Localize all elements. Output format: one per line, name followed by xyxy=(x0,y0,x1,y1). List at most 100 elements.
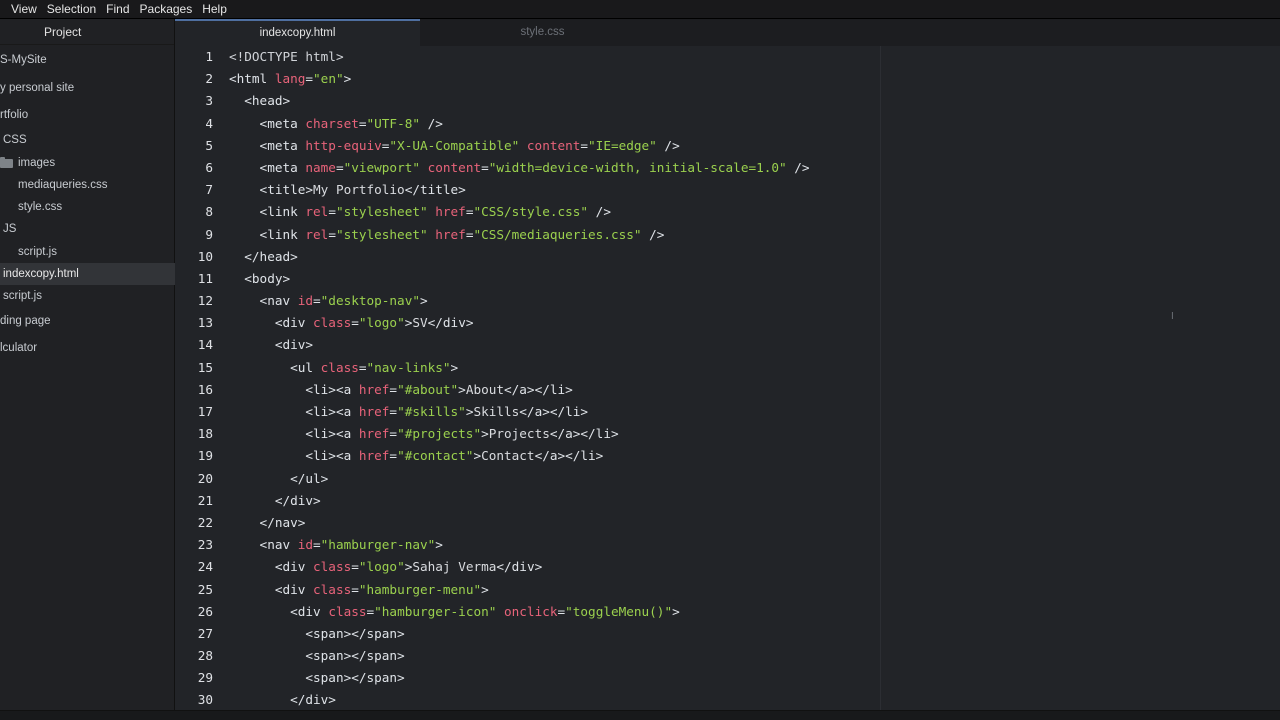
code-line[interactable]: <li><a href="#skills">Skills</a></li> xyxy=(229,401,1280,423)
line-number: 8 xyxy=(205,204,213,220)
menu-find[interactable]: Find xyxy=(101,0,134,19)
code-token: = xyxy=(481,159,489,175)
code-line[interactable]: <ul class="nav-links"> xyxy=(229,357,1280,379)
code-line[interactable]: <!DOCTYPE html> xyxy=(229,46,1280,68)
code-line[interactable]: </div> xyxy=(229,689,1280,710)
code-token: <div xyxy=(229,581,314,597)
code-token: </title> xyxy=(404,182,466,198)
code-editor[interactable]: 1 2 3 4 5 6 7 8 9 10 11 12 13 14 15 16 17 18 19 20 21 22 23 24 2… xyxy=(175,46,1280,710)
code-token: <div> xyxy=(229,337,314,353)
code-line[interactable]: <meta http-equiv = "X-UA-Compatible" conte… xyxy=(229,135,1280,157)
code-token: = xyxy=(335,159,344,175)
code-line[interactable]: <meta name="viewport" content="width=dev… xyxy=(229,157,1280,179)
code-line[interactable]: <html lang="en"> xyxy=(229,68,1280,90)
sidebar-title[interactable]: Project xyxy=(0,19,174,45)
code-line[interactable]: <div class="hamburger-menu"> xyxy=(229,579,1280,601)
code-token: </div> xyxy=(229,692,336,708)
code-token: <ul xyxy=(229,359,321,375)
tree-item[interactable]: images xyxy=(0,152,175,174)
tree-item-label: rtfolio xyxy=(0,109,29,121)
line-number: 19 xyxy=(197,448,213,464)
code-token: "hamburger-nav" xyxy=(320,537,436,553)
menu-view[interactable]: View xyxy=(0,0,42,19)
code-token: <div xyxy=(229,315,314,331)
code-token: = xyxy=(313,537,321,553)
tree-item[interactable]: lculator xyxy=(0,337,175,359)
tree-item[interactable]: JS xyxy=(0,218,175,240)
tree-item[interactable]: y personal site xyxy=(0,77,175,99)
code-token: "stylesheet" xyxy=(335,226,428,242)
code-token: content xyxy=(526,137,581,153)
tree-item-label: ding page xyxy=(0,315,51,327)
code-token: = xyxy=(351,559,359,575)
line-number: 26 xyxy=(197,603,213,619)
code-token: rel xyxy=(305,204,329,220)
menu-selection[interactable]: Selection xyxy=(42,0,101,19)
code-line[interactable]: </ul> xyxy=(229,468,1280,490)
code-token: "#contact" xyxy=(397,448,474,464)
code-line[interactable]: <meta charset="UTF-8" /> xyxy=(229,113,1280,135)
code-line[interactable]: </nav> xyxy=(229,512,1280,534)
line-number-gutter: 1 2 3 4 5 6 7 8 9 10 11 12 13 14 15 16 17 18 19 20 21 22 23 24 2… xyxy=(175,46,215,710)
tree-item[interactable]: S-MySite xyxy=(0,49,175,71)
tab-bar-empty xyxy=(665,19,1280,46)
line-number: 18 xyxy=(197,426,213,442)
code-line[interactable]: <nav id="hamburger-nav"> xyxy=(229,534,1280,556)
code-token: "en" xyxy=(313,71,344,87)
tree-item[interactable]: ding page xyxy=(0,310,175,332)
code-line[interactable]: <link rel="stylesheet" href="CSS/style.c… xyxy=(229,201,1280,223)
tree-item[interactable]: style.css xyxy=(0,196,175,218)
code-line[interactable]: <div> xyxy=(229,334,1280,356)
code-token: = xyxy=(351,581,359,597)
code-line[interactable]: <span></span> xyxy=(229,645,1280,667)
code-line[interactable]: </head> xyxy=(229,246,1280,268)
tree-item-label: S-MySite xyxy=(0,54,47,66)
code-token: </a></li> xyxy=(519,404,589,419)
tree-item[interactable]: mediaqueries.css xyxy=(0,174,175,196)
code-token: = xyxy=(328,226,336,242)
tree-item[interactable]: CSS xyxy=(0,129,175,151)
code-token: = xyxy=(389,381,398,397)
code-token: </div> xyxy=(427,315,474,331)
code-token: <!DOCTYPE html> xyxy=(229,49,344,64)
code-line[interactable]: <li><a href="#about">About</a></li> xyxy=(229,379,1280,401)
code-line[interactable]: <li><a href="#contact">Contact</a></li> xyxy=(229,445,1280,467)
code-area[interactable]: <!DOCTYPE html> <html lang="en"> <head> <… xyxy=(229,46,1280,710)
code-token: id xyxy=(297,293,314,309)
code-token: </ul> xyxy=(229,470,329,486)
code-token: Projects xyxy=(488,426,550,442)
code-token: = xyxy=(351,315,359,331)
line-number: 16 xyxy=(197,381,213,397)
code-line[interactable]: <head> xyxy=(229,90,1280,112)
code-token: charset xyxy=(305,115,359,131)
tab-indexcopy-html[interactable]: indexcopy.html xyxy=(175,19,420,46)
tree-item[interactable]: indexcopy.html xyxy=(0,263,175,285)
code-line[interactable]: <div class="logo">SV</div> xyxy=(229,312,1280,334)
line-number: 12 xyxy=(197,293,213,309)
tab-style-css[interactable]: style.css xyxy=(420,19,665,46)
line-number: 30 xyxy=(197,692,213,708)
code-line[interactable]: <body> xyxy=(229,268,1280,290)
code-line[interactable]: <span></span> xyxy=(229,623,1280,645)
code-line[interactable]: <title>My Portfolio</title> xyxy=(229,179,1280,201)
code-token: "viewport" xyxy=(343,159,420,175)
code-token: <html xyxy=(229,71,275,87)
code-line[interactable]: <span></span> xyxy=(229,667,1280,689)
code-line[interactable]: <div class="logo">Sahaj Verma</div> xyxy=(229,556,1280,578)
code-line[interactable]: <link rel="stylesheet" href="CSS/mediaqu… xyxy=(229,224,1280,246)
code-line[interactable]: <li><a href="#projects">Projects</a></li… xyxy=(229,423,1280,445)
folder-icon xyxy=(0,156,13,168)
code-line[interactable]: <div class="hamburger-icon" onclick="tog… xyxy=(229,601,1280,623)
tree-item[interactable]: script.js xyxy=(0,285,175,307)
code-token: <link xyxy=(229,204,306,220)
code-line[interactable]: </div> xyxy=(229,490,1280,512)
code-token: <nav xyxy=(229,537,298,553)
code-line[interactable]: <nav id="desktop-nav"> xyxy=(229,290,1280,312)
tree-item[interactable]: rtfolio xyxy=(0,104,175,126)
menu-packages[interactable]: Packages xyxy=(135,0,198,19)
code-token: </a></li> xyxy=(534,448,604,464)
menu-bar: View Selection Find Packages Help xyxy=(0,0,1280,19)
menu-help[interactable]: Help xyxy=(197,0,232,19)
tree-item[interactable]: script.js xyxy=(0,241,175,263)
line-number: 3 xyxy=(205,93,213,109)
